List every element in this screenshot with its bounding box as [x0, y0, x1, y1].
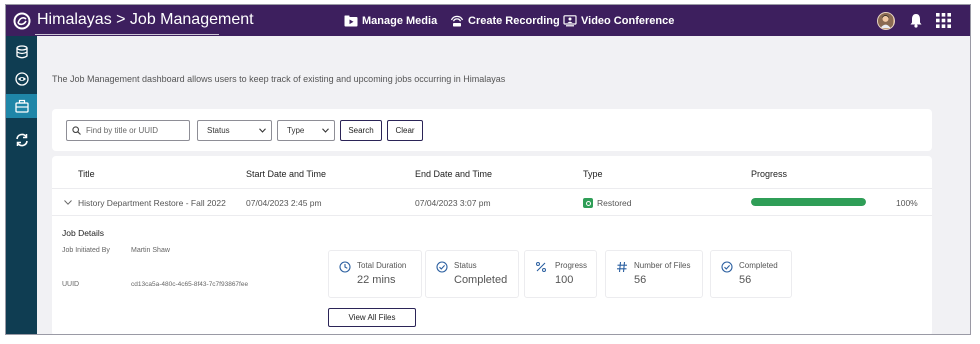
- stat-value: 100: [555, 274, 574, 286]
- briefcase-icon: [14, 99, 29, 113]
- sidebar-item-jobs[interactable]: [6, 94, 37, 118]
- nav-label: Manage Media: [362, 15, 438, 27]
- chevron-down-icon: [322, 128, 329, 133]
- stat-label: Status: [454, 261, 477, 270]
- progress-bar: [751, 198, 866, 206]
- recording-icon: [450, 15, 464, 27]
- clear-button[interactable]: Clear: [387, 120, 423, 141]
- stat-card-status: Status Completed: [425, 250, 519, 298]
- stat-value: 56: [739, 274, 752, 286]
- stat-label: Total Duration: [357, 261, 407, 270]
- chevron-down-icon: [259, 128, 266, 133]
- stat-card-files: Number of Files 56: [605, 250, 703, 298]
- sidebar: [6, 36, 37, 334]
- table-row[interactable]: History Department Restore - Fall 2022 0…: [52, 189, 932, 215]
- percent-icon: [536, 262, 546, 272]
- status-dropdown[interactable]: Status: [197, 120, 272, 141]
- job-title: History Department Restore - Fall 2022: [78, 198, 226, 208]
- sync-icon: [15, 133, 28, 147]
- type-dropdown[interactable]: Type: [277, 120, 335, 141]
- nav-video-conference[interactable]: Video Conference: [563, 14, 674, 28]
- search-box[interactable]: [66, 120, 190, 141]
- app-grid-icon[interactable]: [936, 13, 951, 28]
- uuid-value: cd13ca5a-480c-4c65-8f43-7c7f93867fee: [131, 281, 249, 288]
- type-badge: Restored: [583, 198, 632, 208]
- progress-fill: [751, 198, 866, 206]
- search-input[interactable]: [86, 126, 186, 135]
- type-label: Restored: [597, 198, 632, 208]
- column-header-type[interactable]: Type: [583, 169, 603, 179]
- stat-label: Number of Files: [634, 261, 691, 270]
- column-header-end[interactable]: End Date and Time: [415, 169, 492, 179]
- initiated-by-label: Job Initiated By: [62, 247, 110, 254]
- app-window: Himalayas > Job Management Manage Media …: [5, 4, 971, 335]
- page-description: The Job Management dashboard allows user…: [52, 74, 506, 84]
- progress-percent: 100%: [896, 198, 918, 208]
- media-folder-icon: [344, 15, 358, 27]
- stat-card-progress: Progress 100: [524, 250, 597, 298]
- nav-label: Video Conference: [581, 15, 675, 27]
- stat-label: Completed: [739, 261, 778, 270]
- job-start-time: 07/04/2023 2:45 pm: [246, 198, 322, 208]
- sidebar-item-sync[interactable]: [6, 128, 37, 152]
- view-all-files-button[interactable]: View All Files: [328, 308, 416, 327]
- title-underline: [35, 34, 219, 35]
- stat-card-duration: Total Duration 22 mins: [328, 250, 422, 298]
- nav-manage-media[interactable]: Manage Media: [344, 14, 437, 28]
- stat-value: Completed: [454, 274, 508, 286]
- column-header-start[interactable]: Start Date and Time: [246, 169, 326, 179]
- user-avatar[interactable]: [877, 12, 895, 30]
- column-header-progress[interactable]: Progress: [751, 169, 787, 179]
- bell-icon[interactable]: [909, 13, 923, 28]
- job-end-time: 07/04/2023 3:07 pm: [415, 198, 491, 208]
- hash-icon: [617, 261, 627, 273]
- job-details-heading: Job Details: [62, 228, 105, 238]
- video-conference-icon: [563, 15, 577, 27]
- check-circle-icon: [721, 261, 733, 273]
- clock-icon: [339, 261, 351, 273]
- filter-bar: Status Type Search Clear: [52, 109, 932, 151]
- sidebar-item-database[interactable]: [6, 40, 37, 64]
- restore-icon: [583, 198, 593, 208]
- initiated-by-value: Martin Shaw: [131, 247, 170, 254]
- search-icon: [72, 126, 81, 135]
- column-header-title[interactable]: Title: [78, 169, 95, 179]
- nav-label: Create Recording: [468, 15, 560, 27]
- check-circle-icon: [436, 261, 448, 273]
- stat-value: 22 mins: [357, 274, 396, 286]
- top-bar: Himalayas > Job Management Manage Media …: [6, 5, 970, 36]
- sidebar-item-monitor[interactable]: [6, 67, 37, 91]
- page-title: Himalayas > Job Management: [37, 11, 254, 28]
- user-photo-icon: [878, 13, 893, 28]
- logo-icon[interactable]: [13, 12, 31, 30]
- chevron-down-icon[interactable]: [64, 200, 72, 205]
- stat-label: Progress: [555, 261, 588, 270]
- stat-card-completed: Completed 56: [710, 250, 792, 298]
- nav-create-recording[interactable]: Create Recording: [450, 14, 560, 28]
- eye-icon: [14, 72, 29, 86]
- divider: [52, 215, 932, 216]
- jobs-table: Title Start Date and Time End Date and T…: [52, 156, 932, 334]
- database-icon: [15, 45, 28, 59]
- status-dropdown-label: Status: [207, 126, 230, 135]
- stat-value: 56: [634, 274, 647, 286]
- type-dropdown-label: Type: [287, 126, 305, 135]
- search-button[interactable]: Search: [340, 120, 382, 141]
- uuid-label: UUID: [62, 281, 80, 288]
